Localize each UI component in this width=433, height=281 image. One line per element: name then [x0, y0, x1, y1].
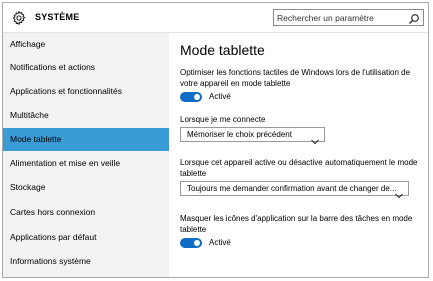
hide-icons-toggle[interactable] — [180, 238, 202, 248]
page-title: Mode tablette — [180, 42, 265, 58]
sidebar-item-alimentation[interactable]: Alimentation et mise en veille — [3, 152, 169, 175]
sidebar: Affichage Notifications et actions Appli… — [3, 33, 169, 277]
chevron-down-icon — [311, 132, 319, 145]
setting-optimize-description-line2: votre appareil en mode tablette — [180, 79, 291, 88]
sidebar-item-applications[interactable]: Applications et fonctionnalités — [3, 80, 169, 103]
sidebar-item-informations[interactable]: Informations système — [3, 250, 169, 273]
hide-icons-description-line1: Masquer les icônes d'application sur la … — [180, 214, 413, 223]
hide-icons-state: Activé — [209, 238, 231, 247]
auto-switch-label-line1: Lorsque cet appareil active ou désactive… — [180, 158, 418, 167]
sidebar-item-multitache[interactable]: Multitâche — [3, 104, 169, 127]
gear-icon — [11, 10, 27, 26]
sidebar-item-affichage[interactable]: Affichage — [3, 33, 169, 56]
optimize-touch-state: Activé — [209, 92, 231, 101]
app-title: SYSTÈME — [35, 12, 80, 22]
optimize-touch-toggle[interactable] — [180, 92, 202, 102]
main-content: Mode tablette Optimiser les fonctions ta… — [169, 33, 428, 277]
settings-window: SYSTÈME Affichage Notifications et actio… — [2, 2, 429, 278]
toggle-knob — [194, 240, 200, 246]
sidebar-item-cartes[interactable]: Cartes hors connexion — [3, 201, 169, 224]
auto-switch-selected: Toujours me demander confirmation avant … — [187, 184, 397, 193]
setting-optimize-description-line1: Optimiser les fonctions tactiles de Wind… — [180, 68, 411, 77]
search-icon[interactable] — [408, 12, 420, 24]
auto-switch-label-line2: tablette — [180, 169, 207, 178]
sidebar-item-mode-tablette[interactable]: Mode tablette — [3, 128, 169, 151]
chevron-down-icon — [395, 186, 403, 199]
title-bar: SYSTÈME — [3, 3, 428, 33]
signin-dropdown[interactable]: Mémoriser le choix précédent — [180, 127, 325, 145]
hide-icons-description-line2: tablette — [180, 225, 207, 234]
sidebar-item-notifications[interactable]: Notifications et actions — [3, 56, 169, 79]
search-box[interactable] — [273, 9, 424, 26]
signin-label: Lorsque je me connecte — [180, 115, 266, 124]
search-input[interactable] — [277, 11, 397, 24]
signin-selected: Mémoriser le choix précédent — [187, 130, 292, 139]
sidebar-item-stockage[interactable]: Stockage — [3, 176, 169, 199]
toggle-knob — [194, 94, 200, 100]
sidebar-item-applications-defaut[interactable]: Applications par défaut — [3, 226, 169, 249]
auto-switch-dropdown[interactable]: Toujours me demander confirmation avant … — [180, 181, 409, 199]
